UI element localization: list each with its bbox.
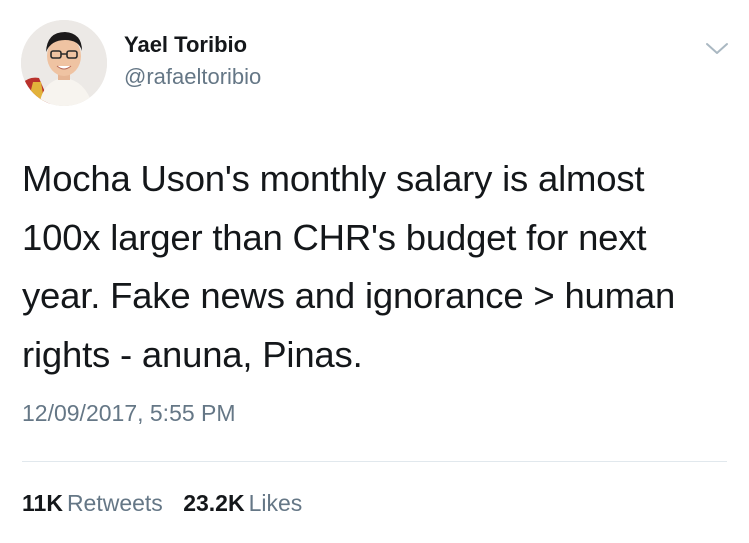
likes-label: Likes [248,490,303,516]
avatar[interactable] [21,20,107,106]
author-display-name[interactable]: Yael Toribio [124,32,247,58]
retweets-label: Retweets [66,490,163,516]
retweets-count: 11K [22,490,63,516]
avatar-photo [21,20,107,106]
divider [22,461,727,462]
tweet-text-line: 100x larger than CHR's budget for next [22,216,647,258]
tweet-card: Yael Toribio @rafaeltoribio Mocha Uson's… [0,0,749,543]
author-handle[interactable]: @rafaeltoribio [124,64,261,90]
chevron-down-icon[interactable] [702,36,732,60]
likes-count: 23.2K [183,490,245,516]
tweet-text: Mocha Uson's monthly salary is almost 10… [22,150,727,384]
likes-stat[interactable]: 23.2K Likes [183,490,302,517]
tweet-text-line: year. Fake news and ignorance > human [22,275,676,316]
tweet-timestamp[interactable]: 12/09/2017, 5:55 PM [22,400,236,427]
tweet-text-line: rights - anuna, Pinas. [22,333,363,375]
tweet-text-line: Mocha Uson's monthly salary is almost [22,158,645,199]
retweets-stat[interactable]: 11K Retweets [22,490,163,517]
tweet-stats: 11K Retweets 23.2K Likes [22,490,316,517]
